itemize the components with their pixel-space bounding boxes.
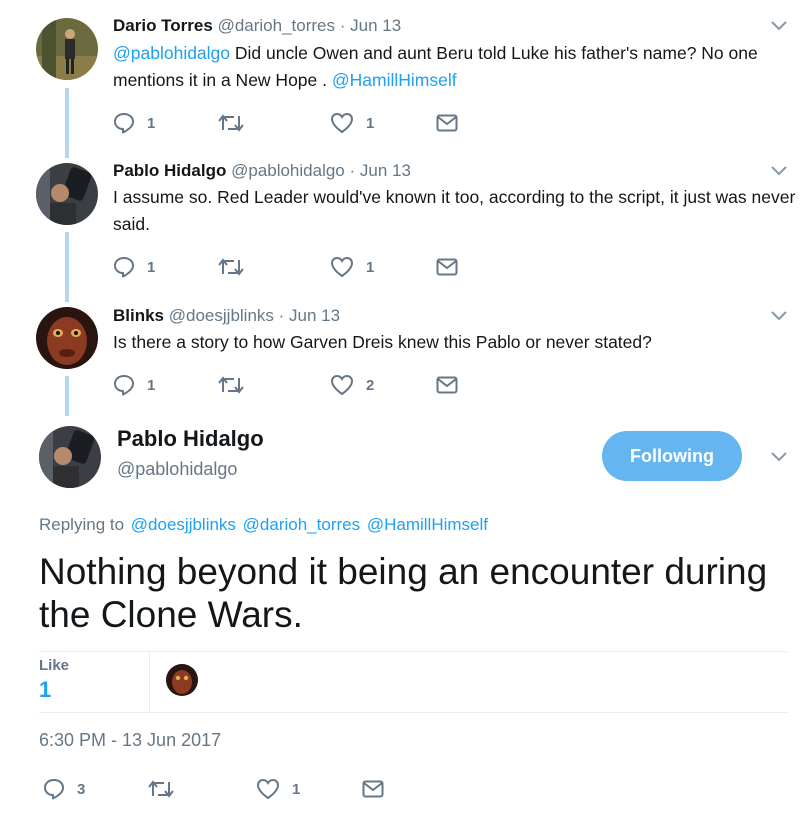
retweet-button[interactable]: [218, 254, 244, 280]
retweet-button[interactable]: [148, 776, 174, 802]
author-handle[interactable]: @doesjjblinks: [169, 306, 274, 325]
mention-link[interactable]: @doesjjblinks: [131, 515, 236, 534]
mention-link[interactable]: @HamillHimself: [367, 515, 488, 534]
divider: [149, 652, 150, 712]
avatar[interactable]: [39, 426, 101, 488]
separator: ·: [278, 306, 285, 325]
reply-button[interactable]: 1: [113, 254, 155, 280]
author-handle[interactable]: @pablohidalgo: [117, 459, 237, 480]
like-count: 1: [366, 114, 375, 132]
tweet-text: I assume so. Red Leader would've known i…: [113, 187, 796, 234]
reply-count: 1: [147, 114, 156, 132]
reply-count: 3: [77, 780, 86, 798]
likes-count[interactable]: 1: [39, 677, 51, 703]
author-name[interactable]: Pablo Hidalgo: [113, 161, 226, 180]
mention-link[interactable]: @pablohidalgo: [113, 43, 230, 63]
thread-line: [65, 232, 69, 302]
author-handle[interactable]: @darioh_torres: [218, 16, 335, 35]
tweet-text: @pablohidalgo Did uncle Owen and aunt Be…: [113, 40, 803, 94]
tweet-date[interactable]: Jun 13: [360, 161, 411, 180]
envelope-icon: [436, 114, 458, 132]
liker-avatar[interactable]: [166, 664, 198, 696]
retweet-button[interactable]: [218, 110, 244, 136]
thread-line: [65, 88, 69, 158]
like-count: 1: [366, 258, 375, 276]
reply-button[interactable]: 3: [43, 776, 85, 802]
chevron-down-icon[interactable]: [770, 165, 788, 177]
reply-icon: [114, 257, 134, 278]
retweet-icon: [218, 258, 244, 276]
heart-icon: [330, 374, 354, 396]
dm-button[interactable]: [362, 776, 384, 802]
separator: ·: [339, 16, 346, 35]
retweet-icon: [148, 780, 174, 798]
like-button[interactable]: 1: [330, 254, 374, 280]
like-button[interactable]: 1: [330, 110, 374, 136]
heart-icon: [330, 112, 354, 134]
mention-link[interactable]: @HamillHimself: [332, 70, 457, 90]
like-count: 2: [366, 376, 375, 394]
author-name[interactable]: Dario Torres: [113, 16, 213, 35]
heart-icon: [256, 778, 280, 800]
avatar[interactable]: [36, 163, 98, 225]
dm-button[interactable]: [436, 372, 458, 398]
reply-icon: [114, 375, 134, 396]
like-button[interactable]: 2: [330, 372, 374, 398]
retweet-button[interactable]: [218, 372, 244, 398]
author-name[interactable]: Blinks: [113, 306, 164, 325]
dm-button[interactable]: [436, 110, 458, 136]
like-button[interactable]: 1: [256, 776, 300, 802]
heart-icon: [330, 256, 354, 278]
tweet-date[interactable]: Jun 13: [350, 16, 401, 35]
avatar[interactable]: [36, 18, 98, 80]
reply-button[interactable]: 1: [113, 372, 155, 398]
reply-icon: [114, 113, 134, 134]
reply-button[interactable]: 1: [113, 110, 155, 136]
replying-label: Replying to: [39, 515, 125, 534]
chevron-down-icon[interactable]: [770, 20, 788, 32]
tweet-date[interactable]: Jun 13: [289, 306, 340, 325]
author-name[interactable]: Pablo Hidalgo: [117, 426, 264, 452]
tweet-text: Nothing beyond it being an encounter dur…: [39, 551, 768, 635]
divider: [39, 712, 787, 713]
separator: ·: [349, 161, 356, 180]
tweet-text: Is there a story to how Garven Dreis kne…: [113, 332, 652, 352]
replying-to: Replying to @doesjjblinks @darioh_torres…: [39, 515, 488, 535]
envelope-icon: [436, 258, 458, 276]
dm-button[interactable]: [436, 254, 458, 280]
tweet-timestamp[interactable]: 6:30 PM - 13 Jun 2017: [39, 730, 221, 751]
chevron-down-icon[interactable]: [770, 310, 788, 322]
divider: [39, 651, 787, 652]
envelope-icon: [362, 780, 384, 798]
retweet-icon: [218, 376, 244, 394]
reply-icon: [44, 779, 64, 800]
author-handle[interactable]: @pablohidalgo: [231, 161, 345, 180]
thread-line: [65, 376, 69, 416]
avatar[interactable]: [36, 307, 98, 369]
chevron-down-icon[interactable]: [770, 451, 788, 463]
likes-label: Like: [39, 657, 70, 674]
mention-link[interactable]: @darioh_torres: [243, 515, 360, 534]
following-button[interactable]: Following: [602, 431, 742, 481]
reply-count: 1: [147, 258, 156, 276]
retweet-icon: [218, 114, 244, 132]
like-count: 1: [292, 780, 301, 798]
reply-count: 1: [147, 376, 156, 394]
envelope-icon: [436, 376, 458, 394]
